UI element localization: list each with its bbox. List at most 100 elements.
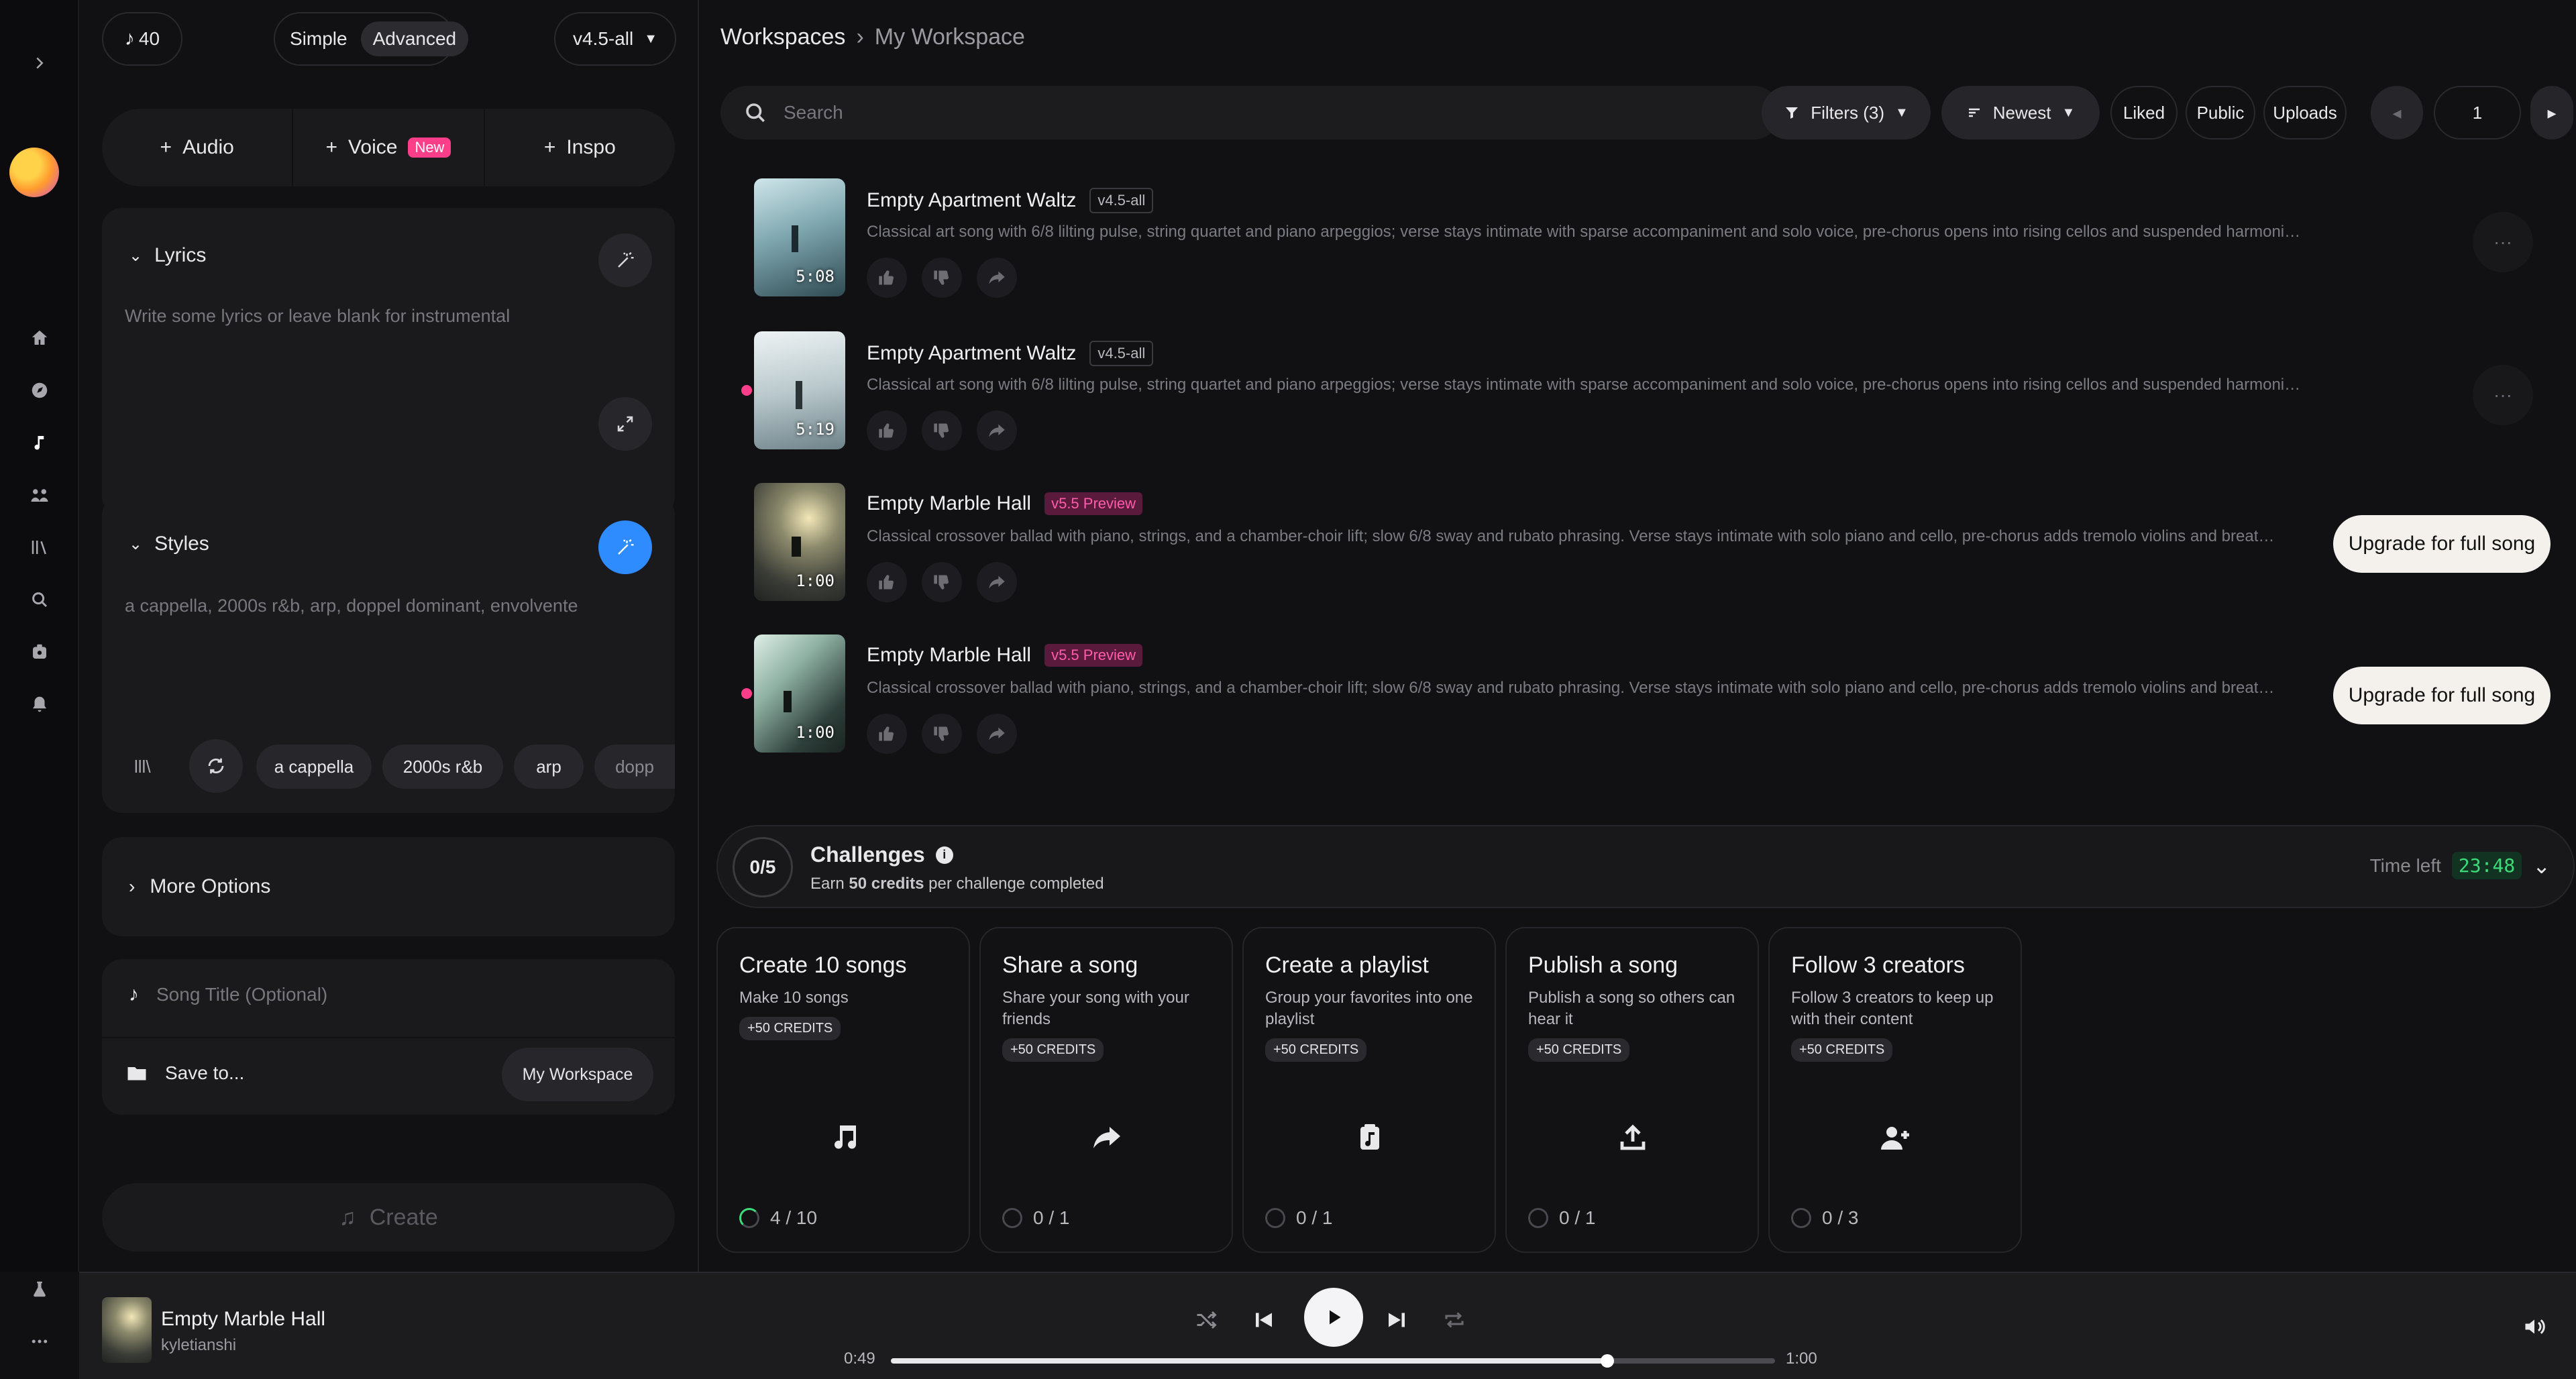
- page-number[interactable]: 1: [2434, 86, 2521, 140]
- challenges-subtitle-suffix: per challenge completed: [924, 875, 1104, 893]
- breadcrumb-workspaces[interactable]: Workspaces: [720, 24, 845, 50]
- thumbs-up-icon[interactable]: [867, 258, 907, 298]
- share-icon[interactable]: [977, 410, 1017, 451]
- thumbs-down-icon[interactable]: [922, 562, 962, 602]
- volume-icon[interactable]: [2514, 1307, 2555, 1347]
- expand-sidebar-icon[interactable]: [19, 43, 60, 83]
- song-cover[interactable]: 1:00: [754, 635, 845, 753]
- credits-badge[interactable]: ♪ 40: [102, 12, 182, 66]
- progress-handle[interactable]: [1600, 1354, 1614, 1368]
- song-cover[interactable]: 1:00: [754, 483, 845, 601]
- song-row[interactable]: 1:00 Empty Marble Hall v5.5 Preview Clas…: [746, 483, 2576, 604]
- version-select[interactable]: v4.5-all ▼: [554, 12, 676, 66]
- add-audio-button[interactable]: + Audio: [102, 109, 294, 186]
- save-to-field[interactable]: Save to...: [125, 1061, 244, 1085]
- more-icon[interactable]: [19, 1321, 60, 1362]
- play-button[interactable]: [1304, 1288, 1363, 1347]
- plus-icon: +: [325, 136, 338, 158]
- song-cover[interactable]: 5:19: [754, 331, 845, 449]
- search-bar[interactable]: Search: [720, 86, 1780, 140]
- challenge-card[interactable]: Create a playlist Group your favorites i…: [1242, 927, 1496, 1253]
- repeat-icon[interactable]: [1434, 1300, 1474, 1340]
- style-library-icon[interactable]: lll\: [134, 757, 151, 777]
- library-icon[interactable]: [19, 527, 60, 567]
- song-row[interactable]: 5:08 Empty Apartment Waltz v4.5-all Clas…: [746, 178, 2576, 299]
- now-playing-title[interactable]: Empty Marble Hall: [161, 1308, 325, 1331]
- styles-magic-button[interactable]: [598, 520, 652, 574]
- share-icon[interactable]: [977, 562, 1017, 602]
- more-options-toggle[interactable]: › More Options: [102, 837, 675, 936]
- chevron-down-icon: ⌄: [129, 535, 143, 553]
- mode-advanced-button[interactable]: Advanced: [360, 21, 469, 56]
- more-options-icon[interactable]: ···: [2473, 212, 2533, 272]
- progress-bar[interactable]: [891, 1354, 1775, 1368]
- song-title[interactable]: Empty Marble Hall: [867, 644, 1031, 667]
- song-title[interactable]: Empty Apartment Waltz: [867, 342, 1076, 365]
- challenge-card[interactable]: Share a song Share your song with your f…: [979, 927, 1233, 1253]
- challenge-card[interactable]: Create 10 songs Make 10 songs +50 CREDIT…: [716, 927, 970, 1253]
- song-title[interactable]: Empty Marble Hall: [867, 492, 1031, 515]
- workspace-chip[interactable]: My Workspace: [502, 1048, 653, 1101]
- upgrade-button[interactable]: Upgrade for full song: [2333, 667, 2551, 724]
- next-page-button[interactable]: ▸: [2530, 86, 2573, 140]
- info-icon[interactable]: i: [935, 846, 953, 864]
- challenges-bar[interactable]: 0/5 Challenges i Earn 50 credits per cha…: [716, 825, 2575, 908]
- add-inspo-button[interactable]: + Inspo: [485, 109, 675, 186]
- more-options-icon[interactable]: ···: [2473, 365, 2533, 425]
- filters-button[interactable]: Filters (3) ▼: [1762, 86, 1931, 140]
- lyrics-input[interactable]: Write some lyrics or leave blank for ins…: [125, 306, 648, 327]
- search-icon: [746, 103, 765, 123]
- style-chip[interactable]: arp: [514, 744, 584, 789]
- thumbs-down-icon[interactable]: [922, 258, 962, 298]
- lyrics-magic-button[interactable]: [598, 233, 652, 287]
- thumbs-down-icon[interactable]: [922, 410, 962, 451]
- now-playing-cover[interactable]: [102, 1297, 152, 1363]
- prev-page-button[interactable]: ◂: [2371, 86, 2423, 140]
- now-playing-artist[interactable]: kyletianshi: [161, 1336, 236, 1355]
- thumbs-up-icon[interactable]: [867, 714, 907, 754]
- styles-toggle[interactable]: ⌄ Styles: [129, 533, 209, 555]
- refresh-styles-button[interactable]: [189, 739, 243, 793]
- search-input[interactable]: Search: [784, 102, 843, 123]
- home-icon[interactable]: [19, 318, 60, 358]
- upgrade-button[interactable]: Upgrade for full song: [2333, 515, 2551, 573]
- sort-button[interactable]: Newest ▼: [1941, 86, 2100, 140]
- explore-icon[interactable]: [19, 370, 60, 410]
- hooks-icon[interactable]: [19, 632, 60, 672]
- create-button[interactable]: ♫ Create: [102, 1183, 675, 1252]
- challenge-card[interactable]: Follow 3 creators Follow 3 creators to k…: [1768, 927, 2022, 1253]
- chevron-down-icon: ⌄: [129, 246, 143, 265]
- mode-simple-button[interactable]: Simple: [280, 21, 357, 56]
- public-filter[interactable]: Public: [2186, 86, 2255, 140]
- style-chip[interactable]: a cappella: [256, 744, 372, 789]
- notifications-icon[interactable]: [19, 684, 60, 724]
- song-row[interactable]: 1:00 Empty Marble Hall v5.5 Preview Clas…: [741, 635, 2576, 755]
- song-title-field[interactable]: ♪ Song Title (Optional): [129, 983, 327, 1006]
- liked-filter[interactable]: Liked: [2110, 86, 2178, 140]
- shuffle-icon[interactable]: [1186, 1300, 1226, 1340]
- add-voice-button[interactable]: + Voice New: [293, 109, 485, 186]
- thumbs-up-icon[interactable]: [867, 410, 907, 451]
- avatar[interactable]: [9, 148, 59, 197]
- lyrics-toggle[interactable]: ⌄ Lyrics: [129, 244, 206, 267]
- chevron-down-icon[interactable]: ⌄: [2532, 853, 2551, 879]
- song-cover[interactable]: 5:08: [754, 178, 845, 296]
- style-chip[interactable]: dopp: [594, 744, 675, 789]
- previous-track-icon[interactable]: [1244, 1300, 1284, 1340]
- studio-icon[interactable]: [19, 475, 60, 515]
- song-title[interactable]: Empty Apartment Waltz: [867, 189, 1076, 212]
- style-chip[interactable]: 2000s r&b: [382, 744, 503, 789]
- create-music-icon[interactable]: [19, 423, 60, 463]
- share-icon[interactable]: [977, 714, 1017, 754]
- share-icon[interactable]: [977, 258, 1017, 298]
- labs-icon[interactable]: [19, 1269, 60, 1309]
- song-row[interactable]: 5:19 Empty Apartment Waltz v4.5-all Clas…: [741, 331, 2576, 452]
- search-icon[interactable]: [19, 580, 60, 620]
- thumbs-down-icon[interactable]: [922, 714, 962, 754]
- next-track-icon[interactable]: [1377, 1300, 1417, 1340]
- expand-lyrics-button[interactable]: [598, 397, 652, 451]
- uploads-filter[interactable]: Uploads: [2263, 86, 2347, 140]
- challenge-card[interactable]: Publish a song Publish a song so others …: [1505, 927, 1759, 1253]
- styles-input[interactable]: a cappella, 2000s r&b, arp, doppel domin…: [125, 596, 648, 616]
- thumbs-up-icon[interactable]: [867, 562, 907, 602]
